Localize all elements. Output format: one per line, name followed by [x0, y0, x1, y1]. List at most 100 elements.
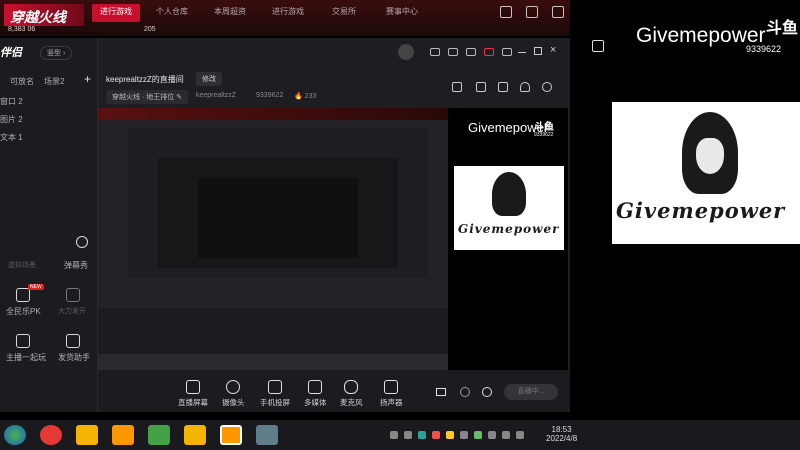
tray-icon[interactable]	[474, 431, 482, 439]
tab-scene-2[interactable]: 场景2	[44, 76, 64, 87]
toolbar-label: 多媒体	[304, 398, 327, 407]
bell-icon[interactable]	[520, 82, 530, 92]
toolbar-label: 摄像头	[222, 398, 245, 407]
stream-preview[interactable]: Givemepower 斗鱼 9339622 Givemepower	[98, 108, 568, 370]
game-tab-play2[interactable]: 进行游戏	[272, 6, 304, 20]
phone-button[interactable]: 手机投屏	[260, 380, 290, 408]
screen-button[interactable]: 直播屏幕	[178, 380, 208, 408]
shipping-icon[interactable]	[66, 334, 80, 348]
tray-icon[interactable]	[488, 431, 496, 439]
grid-icon[interactable]	[498, 82, 508, 92]
clock[interactable]: 18:53 2022/4/8	[546, 425, 577, 443]
game-partial-value: 205	[144, 26, 156, 33]
group-play-label[interactable]: 主播一起玩	[6, 352, 46, 363]
download-icon[interactable]	[66, 288, 80, 302]
game-tab-weekly[interactable]: 本周超资	[214, 6, 246, 20]
mic-button[interactable]: 麦克风	[340, 380, 363, 408]
tray-icon[interactable]	[432, 431, 440, 439]
mirror-window-deep	[198, 178, 358, 258]
media-button[interactable]: 多媒体	[304, 380, 327, 408]
gift-icon[interactable]	[484, 48, 494, 56]
mirror-webcam-id: 9339622	[534, 132, 554, 138]
add-scene-button[interactable]: +	[84, 72, 91, 86]
mirror-logo-text: Givemepower	[458, 222, 560, 236]
source-item[interactable]: 文本 1	[0, 132, 23, 143]
more-icon[interactable]	[76, 236, 88, 248]
tray-icon[interactable]	[516, 431, 524, 439]
eye-icon[interactable]	[460, 387, 470, 397]
game-tab-play[interactable]: 进行游戏	[92, 4, 140, 22]
webcam-overlay: Givemepower 斗鱼 9339622 Givemepower	[570, 0, 800, 450]
source-item[interactable]: 图片 2	[0, 114, 23, 125]
pk-label[interactable]: 全民乐PK	[6, 306, 41, 317]
avatar[interactable]	[398, 44, 414, 60]
live-status-button[interactable]: 直播中...	[504, 384, 558, 400]
game-tab-exchange[interactable]: 交易所	[332, 6, 356, 20]
game-tab-events[interactable]: 赛事中心	[386, 6, 418, 20]
bullet-show-label[interactable]: 弹幕秀	[64, 260, 88, 271]
speaker-button[interactable]: 扬声器	[380, 380, 403, 408]
viewer-count-value: 233	[304, 93, 317, 100]
edit-title-button[interactable]: 修改	[196, 72, 222, 86]
bottom-toolbar: 直播屏幕 摄像头 手机投屏 多媒体 麦克风 扬声器 直播中...	[98, 370, 570, 412]
app-icon-5[interactable]	[256, 425, 278, 445]
app-brand: 伴侣	[0, 47, 22, 59]
calendar-icon[interactable]	[452, 82, 462, 92]
app-icon-4[interactable]	[184, 425, 206, 445]
close-icon[interactable]: ×	[550, 44, 556, 56]
category-tag[interactable]: 穿越火线 · 地王排位 ✎	[106, 90, 189, 104]
mode-toggle[interactable]: 竖型 ›	[40, 46, 73, 60]
window-titlebar: ×	[98, 38, 570, 68]
source-item[interactable]: 窗口 2	[0, 96, 23, 107]
tray-icon[interactable]	[502, 431, 510, 439]
monitor-icon[interactable]	[466, 48, 476, 56]
brand-mark: 斗鱼	[766, 20, 799, 37]
power-label[interactable]: 大力发开	[58, 306, 86, 316]
hooded-figure-icon	[682, 112, 738, 194]
mode-label: 竖型	[47, 50, 61, 57]
record-icon[interactable]	[436, 388, 446, 396]
app-icon-1[interactable]	[76, 425, 98, 445]
fire-icon: 🔥	[294, 93, 303, 100]
new-badge: NEW	[28, 284, 44, 290]
game-partial-number: 8,383 06	[8, 26, 36, 33]
phone-icon	[268, 380, 282, 394]
tray-icon[interactable]	[446, 431, 454, 439]
game-tab-warehouse[interactable]: 个人仓库	[156, 6, 188, 20]
settings-icon[interactable]	[552, 6, 564, 18]
mirror-logo: Givemepower	[454, 166, 564, 250]
camera-button[interactable]: 摄像头	[222, 380, 245, 408]
webcam-id: 9339622	[746, 44, 782, 54]
app-icon-2[interactable]	[112, 425, 134, 445]
shipping-label[interactable]: 发货助手	[58, 352, 90, 363]
group-play-icon[interactable]	[16, 334, 30, 348]
start-button[interactable]	[4, 425, 26, 445]
calendar-icon[interactable]	[592, 40, 604, 52]
speaker-icon	[384, 380, 399, 394]
pk-icon[interactable]	[16, 288, 30, 302]
mic-icon	[344, 380, 359, 394]
app-icon-3[interactable]	[148, 425, 170, 445]
hooded-figure-icon	[492, 172, 526, 216]
mirror-window-inner	[158, 158, 398, 268]
live-app-taskbar-icon[interactable]	[220, 425, 242, 445]
shield-icon[interactable]	[500, 6, 512, 18]
tray-icon[interactable]	[390, 431, 398, 439]
minimize-icon[interactable]	[518, 52, 526, 53]
lock-icon[interactable]	[476, 82, 486, 92]
person-icon[interactable]	[526, 6, 538, 18]
share-icon[interactable]	[542, 82, 552, 92]
tray-icon[interactable]	[418, 431, 426, 439]
game-logo: 穿越火线	[4, 4, 84, 26]
mail-icon[interactable]	[430, 48, 440, 56]
tray-icon[interactable]	[404, 431, 412, 439]
tab-scene-1[interactable]: 可放名	[10, 76, 34, 87]
chat-icon[interactable]	[448, 48, 458, 56]
menu-icon[interactable]	[502, 48, 512, 56]
netease-icon[interactable]	[40, 425, 62, 445]
tray-icon[interactable]	[460, 431, 468, 439]
clock-date: 2022/4/8	[546, 434, 578, 443]
maximize-icon[interactable]	[534, 47, 542, 55]
virtual-scene-label[interactable]: 虚拟场景	[8, 260, 36, 270]
gear-icon[interactable]	[482, 387, 492, 397]
